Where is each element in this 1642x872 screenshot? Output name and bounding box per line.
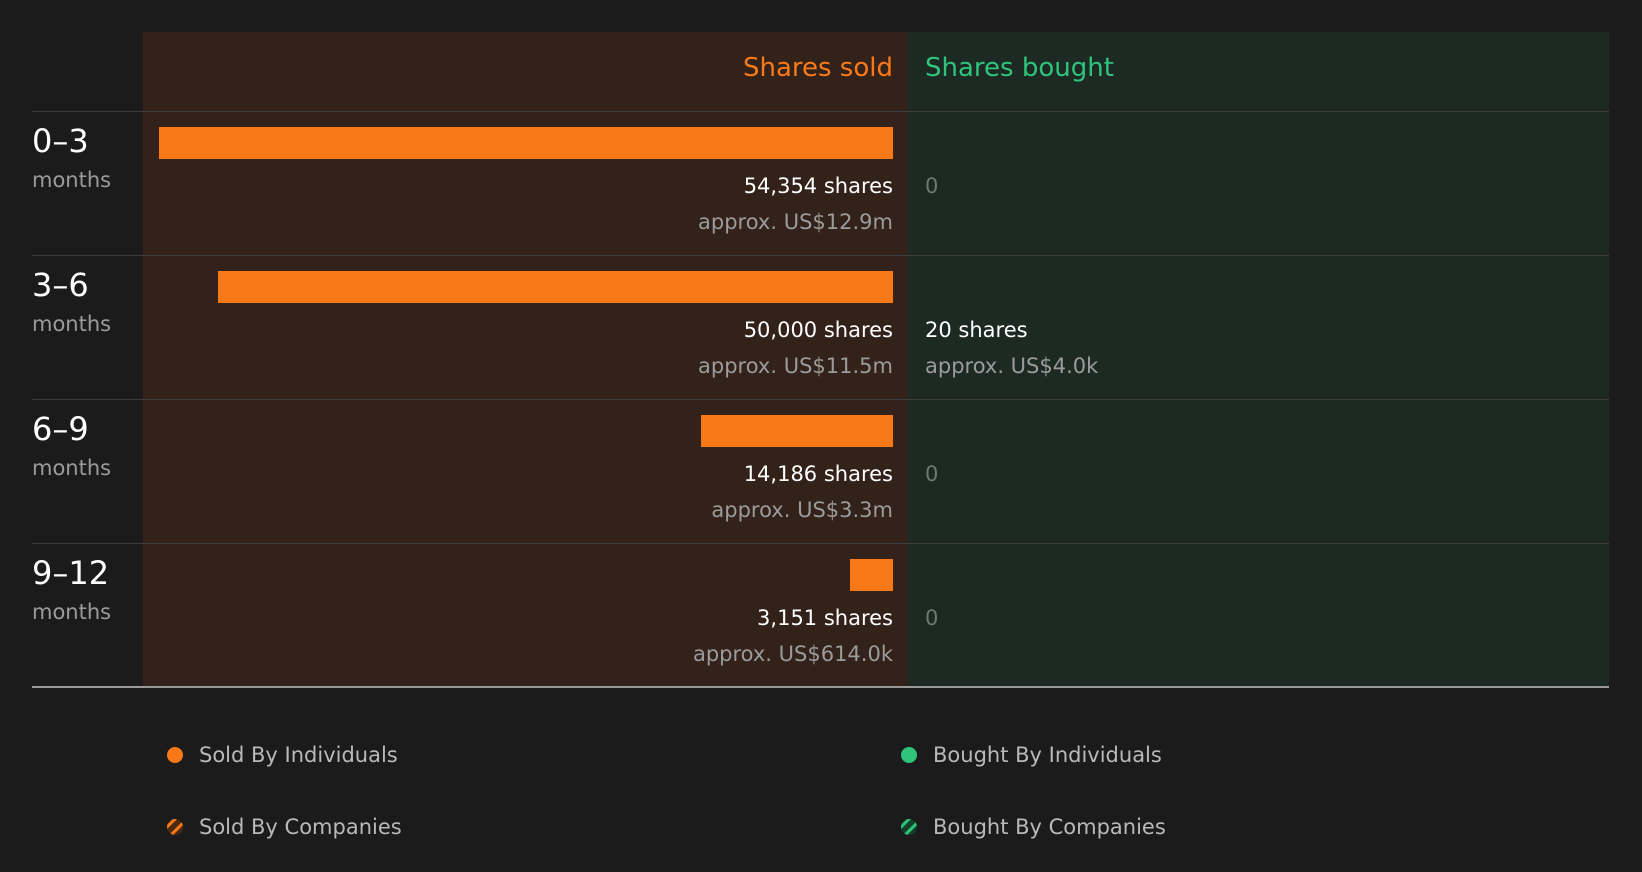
legend-sold-by-companies[interactable]: Sold By Companies	[167, 815, 402, 839]
striped-dot-icon	[901, 819, 917, 835]
legend-label: Sold By Individuals	[199, 743, 398, 767]
period-label: 3–6	[32, 266, 89, 304]
period-row-3-6: 3–6 months 50,000 shares approx. US$11.5…	[0, 256, 1642, 400]
shares-bought-header: Shares bought	[925, 53, 1114, 83]
sold-bar[interactable]	[850, 559, 893, 591]
sold-approx-value: approx. US$614.0k	[692, 642, 893, 666]
sold-approx-value: approx. US$12.9m	[698, 210, 893, 234]
period-label: 6–9	[32, 410, 89, 448]
filled-dot-icon	[901, 747, 917, 763]
legend-bought-by-companies[interactable]: Bought By Companies	[901, 815, 1166, 839]
period-row-9-12: 9–12 months 3,151 shares approx. US$614.…	[0, 544, 1642, 688]
legend-sold-by-individuals[interactable]: Sold By Individuals	[167, 743, 398, 767]
legend-label: Bought By Companies	[933, 815, 1166, 839]
sold-bar[interactable]	[217, 271, 893, 303]
sold-shares-value: 3,151 shares	[757, 606, 893, 630]
filled-dot-icon	[167, 747, 183, 763]
bought-shares-value: 0	[925, 462, 939, 486]
sold-shares-value: 54,354 shares	[743, 174, 893, 198]
bought-shares-value: 0	[925, 174, 939, 198]
sold-bar[interactable]	[701, 415, 893, 447]
period-unit: months	[32, 312, 112, 336]
period-row-0-3: 0–3 months 54,354 shares approx. US$12.9…	[0, 112, 1642, 256]
period-unit: months	[32, 456, 112, 480]
legend-label: Bought By Individuals	[933, 743, 1162, 767]
bought-shares-value: 0	[925, 606, 939, 630]
period-row-6-9: 6–9 months 14,186 shares approx. US$3.3m…	[0, 400, 1642, 544]
period-unit: months	[32, 600, 112, 624]
bought-approx-value: approx. US$4.0k	[925, 354, 1099, 378]
bought-shares-value: 20 shares	[925, 318, 1028, 342]
legend-label: Sold By Companies	[199, 815, 402, 839]
period-unit: months	[32, 168, 112, 192]
legend-bought-by-individuals[interactable]: Bought By Individuals	[901, 743, 1162, 767]
shares-sold-header: Shares sold	[742, 53, 893, 83]
period-label: 9–12	[32, 554, 110, 592]
sold-bar[interactable]	[159, 127, 893, 159]
sold-approx-value: approx. US$3.3m	[711, 498, 893, 522]
period-label: 0–3	[32, 122, 89, 160]
sold-shares-value: 50,000 shares	[743, 318, 893, 342]
sold-approx-value: approx. US$11.5m	[698, 354, 893, 378]
striped-dot-icon	[167, 819, 183, 835]
sold-shares-value: 14,186 shares	[743, 462, 893, 486]
